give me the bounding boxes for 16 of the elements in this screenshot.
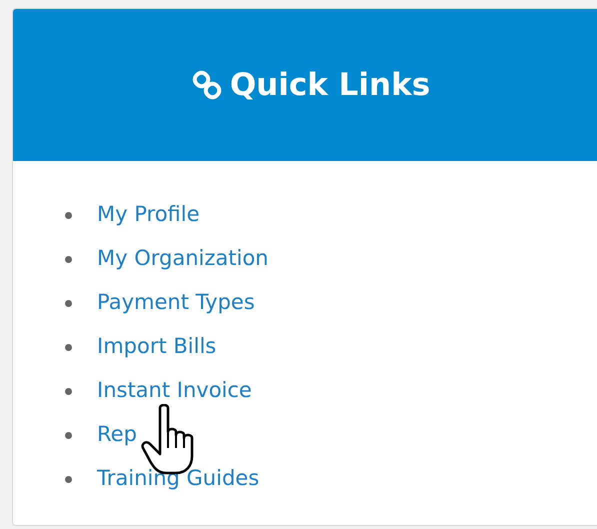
- bullet-icon: [65, 432, 72, 438]
- quick-link[interactable]: Training Guides: [97, 463, 260, 495]
- quick-link[interactable]: Import Bills: [97, 331, 216, 363]
- panel-title: Quick Links: [230, 66, 430, 105]
- quick-link[interactable]: Instant Invoice: [97, 375, 252, 407]
- quick-link[interactable]: My Organization: [97, 243, 268, 275]
- quick-link[interactable]: Rep: [97, 419, 137, 451]
- quick-link[interactable]: My Profile: [97, 199, 200, 231]
- bullet-icon: [65, 476, 72, 482]
- bullet-icon: [65, 212, 72, 218]
- bullet-icon: [65, 344, 72, 350]
- bullet-icon: [65, 388, 72, 394]
- link-icon: [192, 70, 222, 100]
- bullet-icon: [65, 256, 72, 262]
- bullet-icon: [65, 300, 72, 306]
- quick-link[interactable]: Payment Types: [97, 287, 255, 319]
